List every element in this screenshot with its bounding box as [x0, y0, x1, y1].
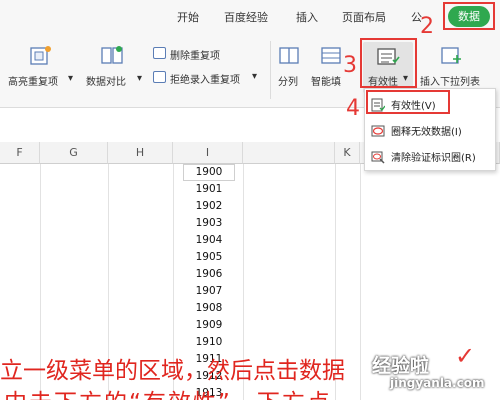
insert-dropdown-button[interactable]: 插入下拉列表 — [420, 73, 480, 88]
tab-insert[interactable]: 插入 — [296, 9, 318, 25]
step-number-3: 3 — [343, 53, 357, 78]
data-compare-icon[interactable] — [100, 45, 124, 71]
highlight-box-validity-item — [366, 90, 450, 114]
column-header-i[interactable]: I — [173, 142, 243, 164]
ribbon-divider — [270, 41, 271, 99]
cell-value[interactable]: 1900 — [185, 166, 233, 178]
cell-value[interactable]: 1910 — [185, 336, 233, 348]
menu-item-label: 圈释无效数据(I) — [391, 127, 462, 138]
column-header-g[interactable]: G — [40, 142, 108, 164]
tab-home[interactable]: 开始 — [177, 9, 199, 25]
cell-value[interactable]: 1903 — [185, 217, 233, 229]
cell-value[interactable]: 1904 — [185, 234, 233, 246]
menu-item-clear-validation[interactable]: 清除验证标识圈(R) — [365, 144, 495, 168]
split-columns-icon[interactable] — [278, 45, 300, 71]
watermark-url: jingyanla.com — [390, 376, 485, 390]
instruction-caption-line2: 中击下方的“有效性”，下方点 — [4, 383, 332, 400]
column-header-h[interactable]: H — [108, 142, 173, 164]
cell-value[interactable]: 1908 — [185, 302, 233, 314]
step-number-2: 2 — [420, 14, 434, 39]
column-header-j[interactable] — [243, 142, 335, 164]
menu-item-label: 清除验证标识圈(R) — [391, 153, 476, 164]
tab-page-layout[interactable]: 页面布局 — [342, 9, 386, 25]
data-compare-button[interactable]: 数据对比 — [86, 73, 126, 88]
tab-baidu-jingyan[interactable]: 百度经验 — [224, 9, 268, 25]
menu-item-circle-invalid[interactable]: 圈释无效数据(I) — [365, 118, 495, 142]
smart-fill-icon[interactable] — [320, 45, 342, 71]
cell-value[interactable]: 1902 — [185, 200, 233, 212]
highlight-duplicates-button[interactable]: 高亮重复项 — [8, 73, 58, 88]
cell-value[interactable]: 1906 — [185, 268, 233, 280]
delete-duplicates-icon — [153, 47, 166, 59]
reject-duplicates-button[interactable]: 拒绝录入重复项 — [170, 71, 240, 86]
cell-value[interactable]: 1905 — [185, 251, 233, 263]
insert-dropdown-icon[interactable] — [440, 45, 462, 71]
split-columns-button[interactable]: 分列 — [278, 73, 298, 88]
chevron-down-icon[interactable]: ▾ — [137, 73, 142, 84]
smart-fill-button[interactable]: 智能填 — [311, 73, 341, 88]
column-header-k[interactable]: K — [335, 142, 360, 164]
circle-invalid-icon — [371, 123, 385, 137]
column-header-f[interactable]: F — [0, 142, 40, 164]
reject-duplicates-icon — [153, 71, 166, 83]
highlight-box-data-tab — [443, 2, 495, 30]
clear-validation-icon — [371, 149, 385, 164]
checkmark-icon: ✓ — [455, 342, 476, 370]
cell-value[interactable]: 1901 — [185, 183, 233, 195]
delete-duplicates-button[interactable]: 删除重复项 — [170, 47, 220, 62]
highlight-box-validity — [360, 38, 417, 88]
chevron-down-icon[interactable]: ▾ — [252, 71, 257, 82]
cell-value[interactable]: 1907 — [185, 285, 233, 297]
highlight-duplicates-icon[interactable] — [28, 45, 52, 71]
step-number-4: 4 — [346, 96, 360, 121]
cell-value[interactable]: 1909 — [185, 319, 233, 331]
chevron-down-icon[interactable]: ▾ — [68, 73, 73, 84]
